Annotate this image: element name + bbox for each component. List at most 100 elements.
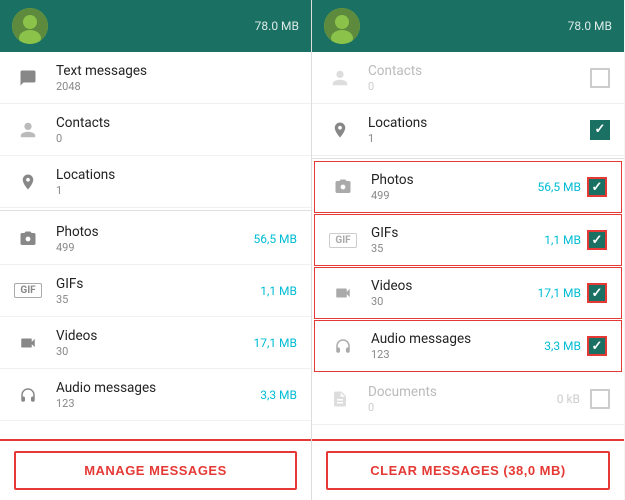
item-size: 1,1 MB <box>260 284 297 298</box>
item-count: 1 <box>368 132 580 145</box>
avatar <box>12 8 48 44</box>
item-count: 499 <box>371 189 537 202</box>
item-info: Text messages 2048 <box>56 63 297 93</box>
item-info: Videos 30 <box>56 328 253 358</box>
list-item[interactable]: Locations 1 <box>312 104 624 156</box>
list-item[interactable]: Locations 1 <box>0 156 311 208</box>
item-name: Photos <box>56 224 253 240</box>
avatar <box>324 8 360 44</box>
item-info: Contacts 0 <box>56 115 297 145</box>
item-info: Audio messages 123 <box>371 331 544 361</box>
left-header-size: 78.0 MB <box>255 19 299 33</box>
item-size: 17,1 MB <box>537 286 581 300</box>
item-size: 1,1 MB <box>544 233 581 247</box>
list-item[interactable]: Audio messages 123 3,3 MB <box>314 320 622 372</box>
item-name: Photos <box>371 172 537 188</box>
video-icon <box>14 334 42 352</box>
right-panel: 78.0 MB Contacts 0 Locations 1 <box>312 0 624 500</box>
item-info: Photos 499 <box>371 172 537 202</box>
videos-checkbox[interactable] <box>587 283 607 303</box>
list-item[interactable]: Contacts 0 <box>312 52 624 104</box>
gif-icon: GIF <box>14 283 42 298</box>
item-info: Locations 1 <box>368 115 580 145</box>
gif-icon: GIF <box>329 233 357 248</box>
item-count: 0 <box>368 80 580 93</box>
left-footer: MANAGE MESSAGES <box>0 439 311 500</box>
list-item[interactable]: GIF GIFs 35 1,1 MB <box>0 265 311 317</box>
item-name: Audio messages <box>371 331 544 347</box>
list-item[interactable]: Videos 30 17,1 MB <box>314 267 622 319</box>
camera-icon <box>14 230 42 248</box>
item-info: GIFs 35 <box>56 276 260 306</box>
item-info: GIFs 35 <box>371 225 544 255</box>
headphones-icon <box>329 337 357 355</box>
documents-checkbox[interactable] <box>590 389 610 409</box>
location-icon <box>326 121 354 139</box>
gifs-checkbox[interactable] <box>587 230 607 250</box>
item-count: 123 <box>56 397 260 410</box>
item-info: Videos 30 <box>371 278 537 308</box>
separator <box>312 158 624 159</box>
item-info: Contacts 0 <box>368 63 580 93</box>
list-item[interactable]: Documents <box>0 421 311 439</box>
list-item[interactable]: Photos 499 56,5 MB <box>0 213 311 265</box>
person-icon <box>14 121 42 139</box>
right-items-list: Contacts 0 Locations 1 Photos 499 <box>312 52 624 439</box>
left-header: 78.0 MB <box>0 0 311 52</box>
right-footer: CLEAR MESSAGES (38,0 MB) <box>312 439 624 500</box>
item-count: 123 <box>371 348 544 361</box>
item-size: 17,1 MB <box>253 336 297 350</box>
list-item[interactable]: Photos 499 56,5 MB <box>314 161 622 213</box>
item-info: Photos 499 <box>56 224 253 254</box>
headphones-icon <box>14 386 42 404</box>
item-name: Locations <box>368 115 580 131</box>
photos-checkbox[interactable] <box>587 177 607 197</box>
item-info: Documents 0 <box>368 384 557 414</box>
item-count: 35 <box>56 293 260 306</box>
item-name: Contacts <box>368 63 580 79</box>
item-size: 3,3 MB <box>260 388 297 402</box>
item-size: 56,5 MB <box>253 232 297 246</box>
item-count: 1 <box>56 184 297 197</box>
item-name: GIFs <box>56 276 260 292</box>
item-name: Audio messages <box>56 380 260 396</box>
item-size: 0 kB <box>557 392 580 406</box>
item-name: Locations <box>56 167 297 183</box>
video-icon <box>329 284 357 302</box>
camera-icon <box>329 178 357 196</box>
list-item[interactable]: Text messages 2048 <box>0 52 311 104</box>
audio-checkbox[interactable] <box>587 336 607 356</box>
left-panel: 78.0 MB Text messages 2048 Contacts 0 <box>0 0 312 500</box>
person-icon <box>326 69 354 87</box>
item-count: 499 <box>56 241 253 254</box>
item-name: Videos <box>371 278 537 294</box>
item-count: 30 <box>371 295 537 308</box>
list-item[interactable]: Videos 30 17,1 MB <box>0 317 311 369</box>
item-info: Audio messages 123 <box>56 380 260 410</box>
item-size: 56,5 MB <box>537 180 581 194</box>
clear-messages-button[interactable]: CLEAR MESSAGES (38,0 MB) <box>326 451 610 490</box>
item-name: Videos <box>56 328 253 344</box>
list-item[interactable]: Contacts 0 <box>0 104 311 156</box>
document-icon <box>326 390 354 408</box>
message-icon <box>14 69 42 87</box>
item-size: 3,3 MB <box>544 339 581 353</box>
manage-messages-button[interactable]: MANAGE MESSAGES <box>14 451 297 490</box>
item-name: Documents <box>368 384 557 400</box>
item-info: Locations 1 <box>56 167 297 197</box>
list-item[interactable]: GIF GIFs 35 1,1 MB <box>314 214 622 266</box>
contacts-checkbox[interactable] <box>590 68 610 88</box>
item-name: Contacts <box>56 115 297 131</box>
list-item[interactable]: Documents 0 0 kB <box>312 373 624 425</box>
locations-checkbox[interactable] <box>590 120 610 140</box>
item-count: 0 <box>56 132 297 145</box>
right-header-size: 78.0 MB <box>568 19 612 33</box>
list-item[interactable]: Audio messages 123 3,3 MB <box>0 369 311 421</box>
item-name: Text messages <box>56 63 297 79</box>
item-count: 35 <box>371 242 544 255</box>
item-count: 2048 <box>56 80 297 93</box>
location-icon <box>14 173 42 191</box>
item-name: GIFs <box>371 225 544 241</box>
item-count: 30 <box>56 345 253 358</box>
item-count: 0 <box>368 401 557 414</box>
